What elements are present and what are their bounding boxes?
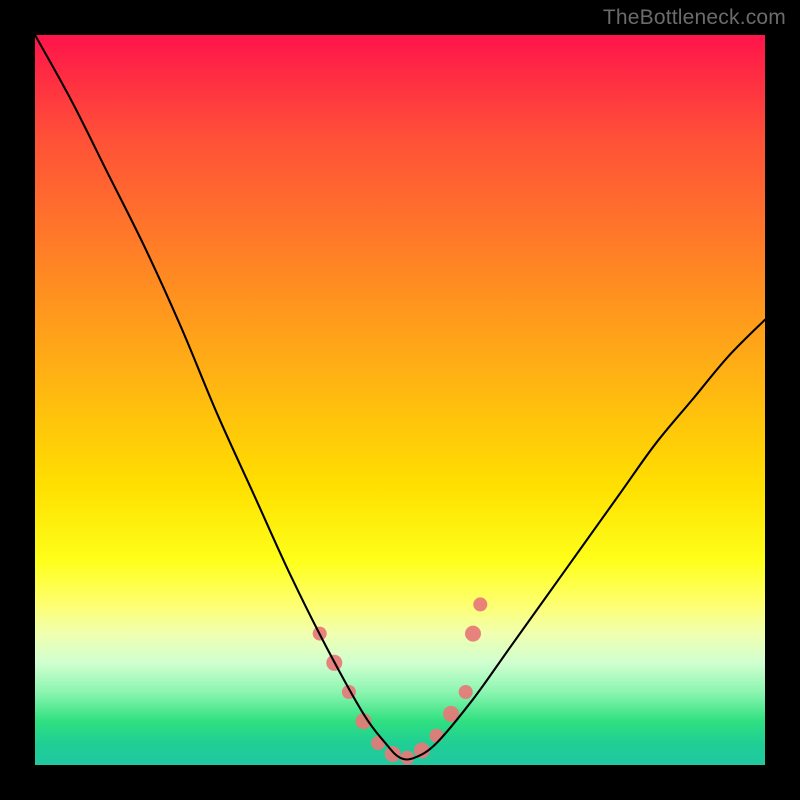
valley-marker [430,729,444,743]
bottleneck-curve-svg [35,35,765,765]
valley-marker [473,597,487,611]
valley-marker [465,626,481,642]
valley-marker [371,736,385,750]
valley-marker [385,746,401,762]
outer-frame: TheBottleneck.com [0,0,800,800]
valley-markers [313,597,488,764]
valley-marker [459,685,473,699]
plot-area [35,35,765,765]
bottleneck-curve-path [35,35,765,760]
watermark-text: TheBottleneck.com [603,6,786,30]
